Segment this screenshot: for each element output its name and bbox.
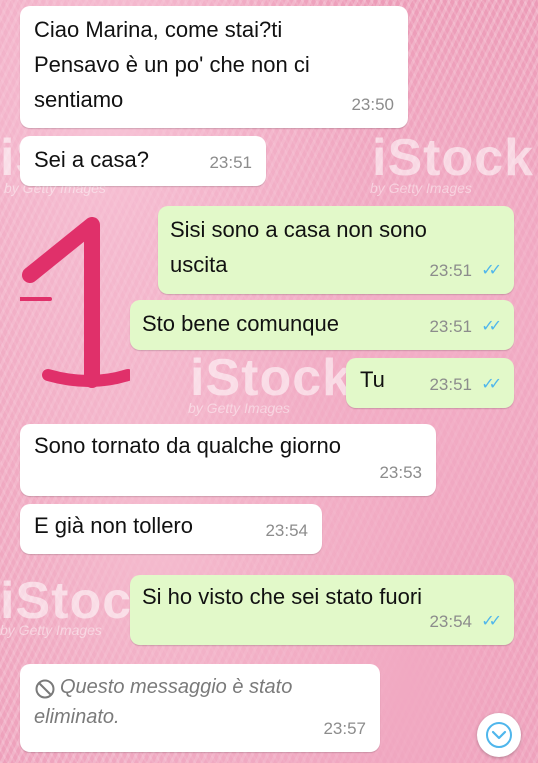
read-receipt-icon: ✓✓ [481, 262, 502, 279]
message-time: 23:51 [429, 261, 472, 280]
message-text: E già non tollero [34, 513, 193, 538]
message-bubble-incoming[interactable]: E già non tollero 23:54 [20, 504, 322, 554]
message-text: Sono tornato da qualche giorno [34, 433, 342, 458]
message-time: 23:51 [429, 375, 472, 394]
read-receipt-icon: ✓✓ [481, 376, 502, 393]
message-text: Si ho visto che sei stato fuori [142, 584, 423, 609]
message-time: 23:51 [429, 317, 472, 336]
handwritten-annotation [20, 217, 130, 388]
message-bubble-incoming[interactable]: Sono tornato da qualche giorno 23:53 [20, 424, 436, 496]
watermark-logo: iStock [372, 129, 535, 187]
read-receipt-icon: ✓✓ [481, 318, 502, 335]
message-time: 23:51 [209, 153, 252, 172]
message-time: 23:54 [429, 612, 472, 631]
watermark-sub: by Getty Images [370, 180, 472, 196]
message-text: Sto bene comunque [142, 311, 339, 336]
message-bubble-outgoing[interactable]: Tu 23:51 ✓✓ [346, 358, 514, 408]
message-time: 23:53 [379, 463, 422, 482]
message-text: Ciao Marina, come stai?ti Pensavo è un p… [34, 17, 310, 112]
watermark-sub: by Getty Images [188, 400, 290, 416]
read-receipt-icon: ✓✓ [481, 613, 502, 630]
watermark-sub: by Getty Images [0, 622, 102, 638]
message-bubble-outgoing[interactable]: Sisi sono a casa non sono uscita 23:51 ✓… [158, 206, 514, 294]
message-text: Sisi sono a casa non sono uscita [170, 217, 427, 277]
message-time: 23:50 [351, 95, 394, 114]
chevron-down-icon [486, 722, 512, 748]
message-time: 23:54 [265, 521, 308, 540]
deleted-message-text: Questo messaggio è stato eliminato. [34, 676, 293, 728]
message-bubble-incoming[interactable]: Sei a casa? 23:51 [20, 136, 266, 186]
message-bubble-outgoing[interactable]: Si ho visto che sei stato fuori 23:54 ✓✓ [130, 575, 514, 645]
message-bubble-outgoing[interactable]: Sto bene comunque 23:51 ✓✓ [130, 300, 514, 350]
message-bubble-deleted[interactable]: Questo messaggio è stato eliminato. 23:5… [20, 664, 380, 752]
message-bubble-incoming[interactable]: Ciao Marina, come stai?ti Pensavo è un p… [20, 6, 408, 128]
scroll-to-bottom-button[interactable] [477, 713, 521, 757]
message-text: Tu [360, 367, 385, 392]
watermark-logo: iStock [190, 349, 353, 407]
message-text: Sei a casa? [34, 147, 149, 172]
message-time: 23:57 [323, 719, 366, 738]
